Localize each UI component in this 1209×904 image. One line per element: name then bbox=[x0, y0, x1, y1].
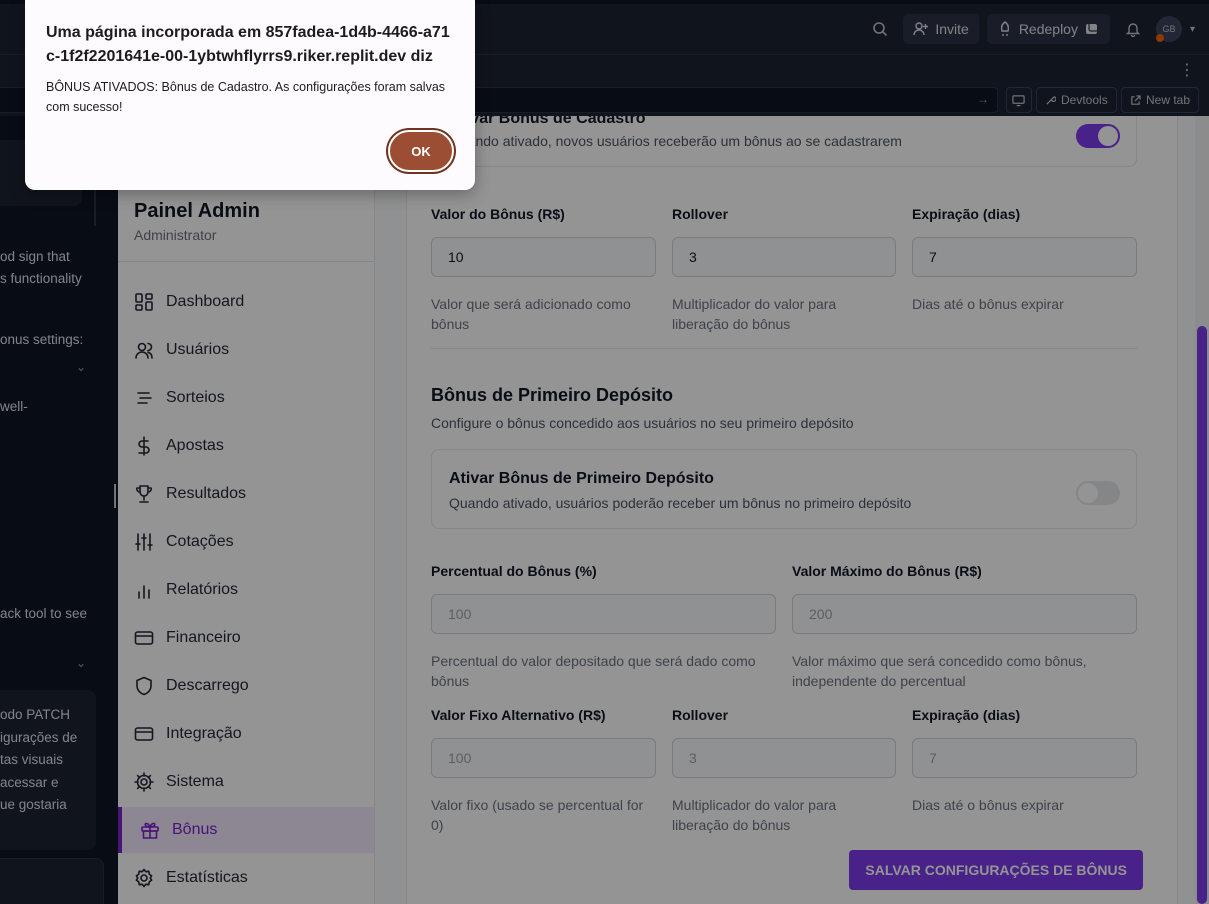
ok-button[interactable]: OK bbox=[388, 130, 454, 172]
dialog-message: BÔNUS ATIVADOS: Bônus de Cadastro. As co… bbox=[46, 80, 446, 114]
alert-dialog: Uma página incorporada em 857fadea-1d4b-… bbox=[25, 0, 475, 190]
dialog-title: Uma página incorporada em 857fadea-1d4b-… bbox=[46, 24, 450, 65]
